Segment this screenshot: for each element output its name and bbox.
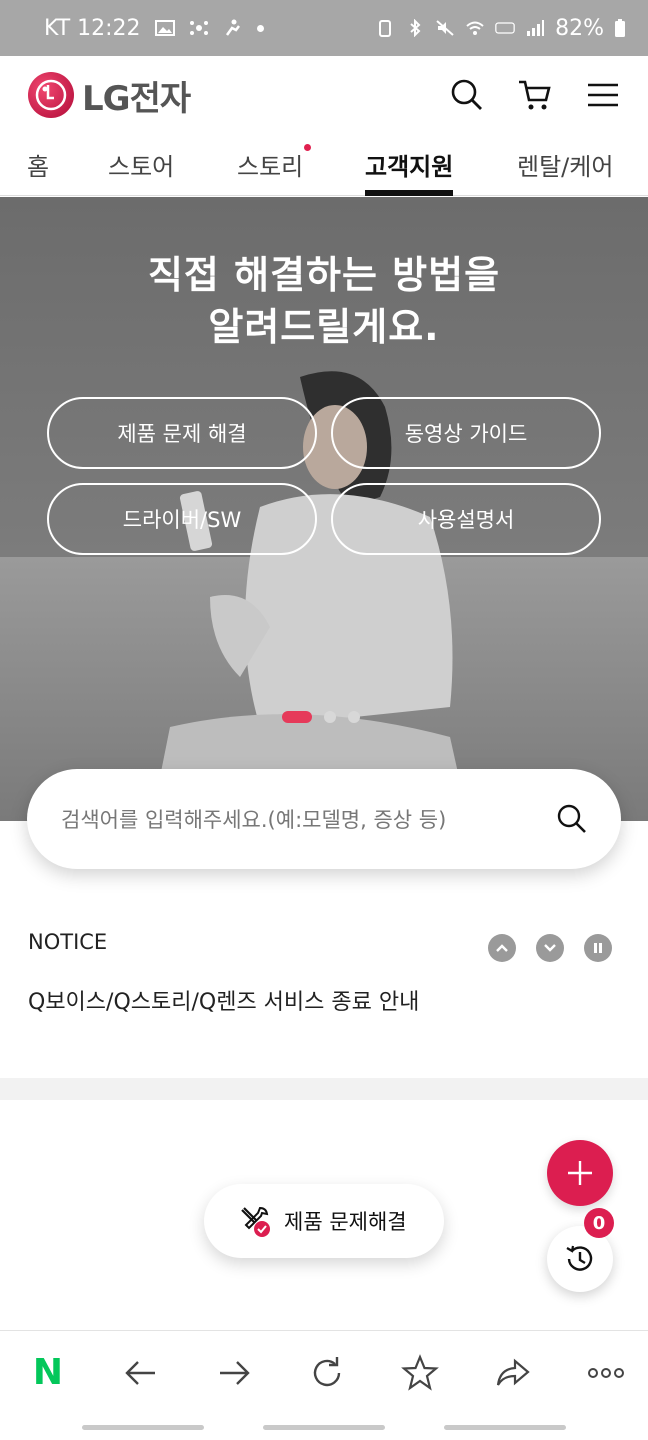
carousel-pagination	[282, 711, 360, 723]
more-icon[interactable]	[586, 1353, 626, 1393]
driver-sw-button[interactable]: 드라이버/SW	[47, 483, 317, 555]
gesture-bar-left[interactable]	[82, 1425, 204, 1430]
tools-icon	[241, 1206, 270, 1237]
tab-label: 고객지원	[365, 153, 454, 181]
carrier-time: KT 12:22	[44, 15, 141, 41]
fitness-icon	[225, 19, 240, 36]
menu-icon[interactable]	[586, 78, 620, 112]
notice-controls	[488, 934, 612, 962]
tab-label: 홈	[27, 153, 50, 181]
main-nav-tabs: 홈 스토어 스토리 고객지원 렌탈/케어	[0, 134, 648, 196]
battery-percent: 82%	[555, 15, 604, 41]
notice-prev-button[interactable]	[488, 934, 516, 962]
hero-title-line1: 직접 해결하는 방법을	[147, 253, 501, 297]
lg-logo-mark-icon	[28, 72, 74, 118]
bluetooth-icon	[410, 19, 421, 37]
lg-logo[interactable]: LG전자	[28, 71, 191, 120]
tab-label: 렌탈/케어	[517, 153, 614, 181]
support-search-bar[interactable]: 검색어를 입력해주세요.(예:모델명, 증상 등)	[27, 769, 621, 869]
new-badge-dot	[304, 143, 312, 151]
signal-icon	[527, 20, 545, 36]
naver-home-button[interactable]: N	[28, 1352, 68, 1393]
hero-title-line2: 알려드릴게요.	[208, 305, 440, 349]
chevron-up-icon	[496, 944, 508, 952]
troubleshoot-floating-chip[interactable]: 제품 문제해결	[204, 1184, 444, 1258]
troubleshoot-button[interactable]: 제품 문제 해결	[47, 397, 317, 469]
carousel-dot[interactable]	[324, 711, 336, 723]
tab-customer-support[interactable]: 고객지원	[365, 134, 454, 196]
site-header: LG전자	[0, 56, 648, 134]
chip-label: 제품 문제해결	[284, 1210, 407, 1234]
forward-arrow-icon[interactable]	[214, 1353, 254, 1393]
tab-store[interactable]: 스토어	[108, 134, 174, 196]
notice-pause-button[interactable]	[584, 934, 612, 962]
tab-story[interactable]: 스토리	[237, 134, 312, 196]
search-icon[interactable]	[557, 804, 587, 834]
search-input[interactable]: 검색어를 입력해주세요.(예:모델명, 증상 등)	[61, 804, 446, 834]
hd-voice-icon	[495, 22, 515, 34]
notice-next-button[interactable]	[536, 934, 564, 962]
wifi-icon	[466, 21, 484, 35]
tab-home[interactable]: 홈	[27, 134, 49, 196]
battery-saver-icon	[379, 20, 392, 37]
status-bar: KT 12:22 82%	[0, 0, 648, 56]
add-fab-button[interactable]	[547, 1140, 613, 1206]
history-count-badge: 0	[584, 1208, 614, 1238]
gallery-icon	[154, 20, 175, 36]
hero-banner: 직접 해결하는 방법을 알려드릴게요. 제품 문제 해결 동영상 가이드 드라이…	[0, 197, 648, 821]
chevron-down-icon	[544, 944, 556, 952]
hero-title: 직접 해결하는 방법을 알려드릴게요.	[0, 249, 648, 353]
back-arrow-icon[interactable]	[121, 1353, 161, 1393]
brand-name: LG전자	[82, 78, 191, 119]
section-divider	[0, 1078, 648, 1100]
notice-item-link[interactable]: Q보이스/Q스토리/Q렌즈 서비스 종료 안내	[28, 984, 419, 1016]
notification-dot-icon	[256, 24, 264, 32]
notice-label: NOTICE	[28, 930, 108, 954]
share-icon[interactable]	[493, 1353, 533, 1393]
gesture-bar-center[interactable]	[263, 1425, 385, 1430]
battery-icon	[615, 19, 625, 37]
carousel-dot[interactable]	[348, 711, 360, 723]
tab-label: 스토어	[108, 153, 175, 181]
cart-icon[interactable]	[518, 78, 552, 112]
tab-label: 스토리	[237, 153, 304, 181]
naver-logo-icon: N	[32, 1352, 64, 1393]
browser-bottom-bar: N	[0, 1330, 648, 1414]
refresh-icon[interactable]	[307, 1353, 347, 1393]
mute-icon	[436, 20, 454, 36]
tab-rental-care[interactable]: 렌탈/케어	[517, 134, 613, 196]
carousel-dot-active[interactable]	[282, 711, 312, 723]
bookmark-star-icon[interactable]	[400, 1353, 440, 1393]
network-icon	[189, 21, 208, 35]
gesture-bar-right[interactable]	[444, 1425, 566, 1430]
plus-icon	[568, 1161, 592, 1185]
history-icon	[566, 1245, 593, 1271]
user-manual-button[interactable]: 사용설명서	[331, 483, 601, 555]
search-icon[interactable]	[450, 78, 484, 112]
video-guide-button[interactable]: 동영상 가이드	[331, 397, 601, 469]
pause-icon	[594, 943, 602, 953]
